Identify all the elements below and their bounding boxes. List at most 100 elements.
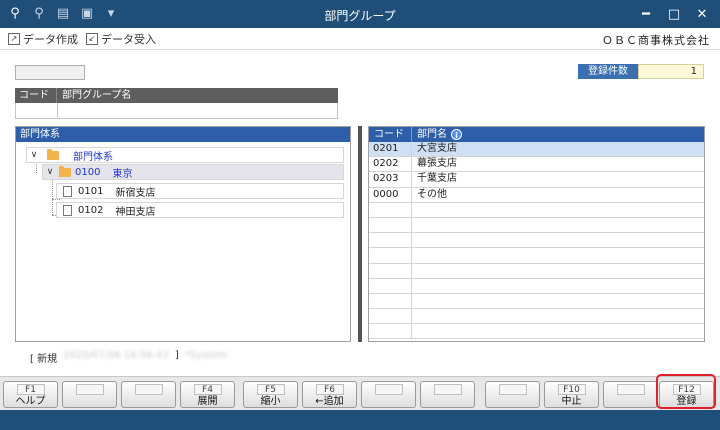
fkey-label: 展開 [197, 396, 218, 407]
fkey-number [498, 384, 527, 395]
f2-button[interactable] [62, 381, 117, 408]
fkey-number: F6 [315, 384, 344, 395]
group-selector-field[interactable] [15, 65, 85, 80]
empty-table-row[interactable] [369, 324, 704, 340]
f9-button[interactable] [485, 381, 540, 408]
f6-add-button[interactable]: F6 ←追加 [302, 381, 357, 408]
dept-name-cell [412, 233, 704, 247]
chevron-down-icon[interactable]: ∨ [43, 167, 57, 177]
tree-branch-node[interactable]: ∨ 0100 東京 [42, 164, 344, 180]
panel-splitter[interactable] [358, 126, 362, 342]
f7-button[interactable] [361, 381, 416, 408]
empty-table-row[interactable] [369, 202, 704, 218]
fkey-number [75, 384, 104, 395]
receive-data-label: データ受入 [101, 32, 156, 46]
f5-collapse-button[interactable]: F5 縮小 [243, 381, 298, 408]
dept-code-cell: 0203 [369, 172, 412, 187]
dept-code-cell [369, 263, 412, 278]
group-table: コード 部門グループ名 [15, 88, 338, 119]
document-icon [63, 204, 72, 216]
fkey-label: ←追加 [315, 396, 344, 407]
tree-leaf-node[interactable]: 0102 神田支店 [56, 202, 344, 218]
empty-table-row[interactable] [369, 309, 704, 325]
empty-table-row[interactable] [369, 217, 704, 234]
command-toolbar: ↗ データ作成 ↙ データ受入 ＯＢＣ商事株式会社 [0, 28, 720, 50]
chevron-down-icon[interactable]: ∨ [27, 150, 41, 160]
f10-cancel-button[interactable]: F10 中止 [544, 381, 599, 408]
dept-code-cell [369, 309, 412, 324]
record-status: [ 新規 2020/07/06 16:56:43 ] *System [30, 350, 227, 365]
dept-code-cell [369, 202, 412, 217]
dept-name-header-label: 部門名 [417, 129, 447, 140]
fkey-number [616, 384, 645, 395]
group-table-header: コード 部門グループ名 [15, 88, 338, 103]
dept-code-cell: 0202 [369, 157, 412, 172]
status-bracket: ] [174, 350, 179, 361]
maximize-button[interactable]: □ [662, 4, 686, 24]
tree-leaf-name: 神田支店 [115, 206, 156, 218]
fkey-label: 縮小 [260, 396, 281, 407]
empty-table-row[interactable] [369, 263, 704, 279]
dept-code-cell [369, 278, 412, 293]
highlight-annotation [656, 374, 716, 409]
dept-code-cell [369, 248, 412, 263]
group-code-cell[interactable] [16, 103, 58, 118]
close-button[interactable]: ✕ [690, 4, 714, 24]
main-area: 登録件数 1 コード 部門グループ名 部門体系 ∨ 部門体系 ∨ 0100 東京 [0, 50, 720, 376]
dept-name-cell [412, 264, 704, 278]
dept-name-cell: 大宮支店 [417, 143, 457, 154]
company-name: ＯＢＣ商事株式会社 [602, 34, 710, 47]
empty-table-row[interactable] [369, 233, 704, 249]
f4-expand-button[interactable]: F4 展開 [180, 381, 235, 408]
fkey-label: ヘルプ [15, 396, 46, 407]
tree-root-label: 部門体系 [73, 151, 113, 163]
receive-data-icon: ↙ [86, 32, 98, 45]
dept-name-cell [412, 218, 704, 232]
fkey-number: F4 [193, 384, 222, 395]
dept-code-cell [369, 324, 412, 339]
group-name-cell[interactable] [58, 103, 337, 118]
receive-data-button[interactable]: ↙ データ受入 [86, 31, 156, 47]
empty-table-row[interactable] [369, 278, 704, 294]
f1-help-button[interactable]: F1 ヘルプ [3, 381, 58, 408]
window-title: 部門グループ [324, 9, 396, 23]
group-name-header: 部門グループ名 [62, 90, 132, 101]
tree-root-node[interactable]: ∨ 部門体系 [26, 147, 344, 163]
create-data-button[interactable]: ↗ データ作成 [8, 31, 78, 47]
fkey-number: F5 [256, 384, 285, 395]
empty-table-row[interactable] [369, 248, 704, 264]
f3-button[interactable] [121, 381, 176, 408]
dept-code-cell: 0000 [369, 187, 412, 202]
table-row[interactable]: 0202 幕張支店 [369, 157, 704, 173]
fkey-label: 中止 [561, 396, 582, 407]
tree-connector [52, 179, 53, 215]
table-row[interactable]: 0201 大宮支店 [369, 142, 704, 158]
tree-leaf-node[interactable]: 0101 新宿支店 [56, 183, 344, 199]
table-row[interactable]: 0000 その他 [369, 187, 704, 203]
tree-connector [52, 199, 60, 200]
dept-code-header: コード [369, 127, 412, 142]
dept-name-cell [412, 248, 704, 262]
dept-name-cell [412, 279, 704, 293]
tree-panel-header: 部門体系 [16, 127, 350, 142]
group-code-header: コード [15, 88, 57, 103]
dept-name-header: 部門名 i [412, 127, 704, 142]
status-bar [0, 410, 720, 430]
minimize-button[interactable]: ━ [634, 4, 658, 24]
dept-list-panel: コード 部門名 i 0201 大宮支店 0202 幕張支店 0203 千葉支店 … [368, 126, 705, 342]
empty-table-row[interactable] [369, 293, 704, 310]
status-mode: [ 新規 [30, 354, 58, 365]
dept-name-cell: 幕張支店 [417, 158, 457, 170]
record-count-value: 1 [638, 64, 704, 79]
status-timestamp: 2020/07/06 16:56:43 [63, 350, 169, 361]
dept-code-cell: 0201 [369, 142, 412, 157]
f11-button[interactable] [603, 381, 658, 408]
group-table-row[interactable] [15, 103, 338, 119]
table-row[interactable]: 0203 千葉支店 [369, 172, 704, 188]
info-icon[interactable]: i [451, 129, 462, 140]
tree-leaf-code: 0102 [78, 204, 104, 216]
dept-name-cell [412, 309, 704, 323]
f8-button[interactable] [420, 381, 475, 408]
dept-code-cell [369, 293, 412, 309]
dept-code-cell [369, 217, 412, 233]
